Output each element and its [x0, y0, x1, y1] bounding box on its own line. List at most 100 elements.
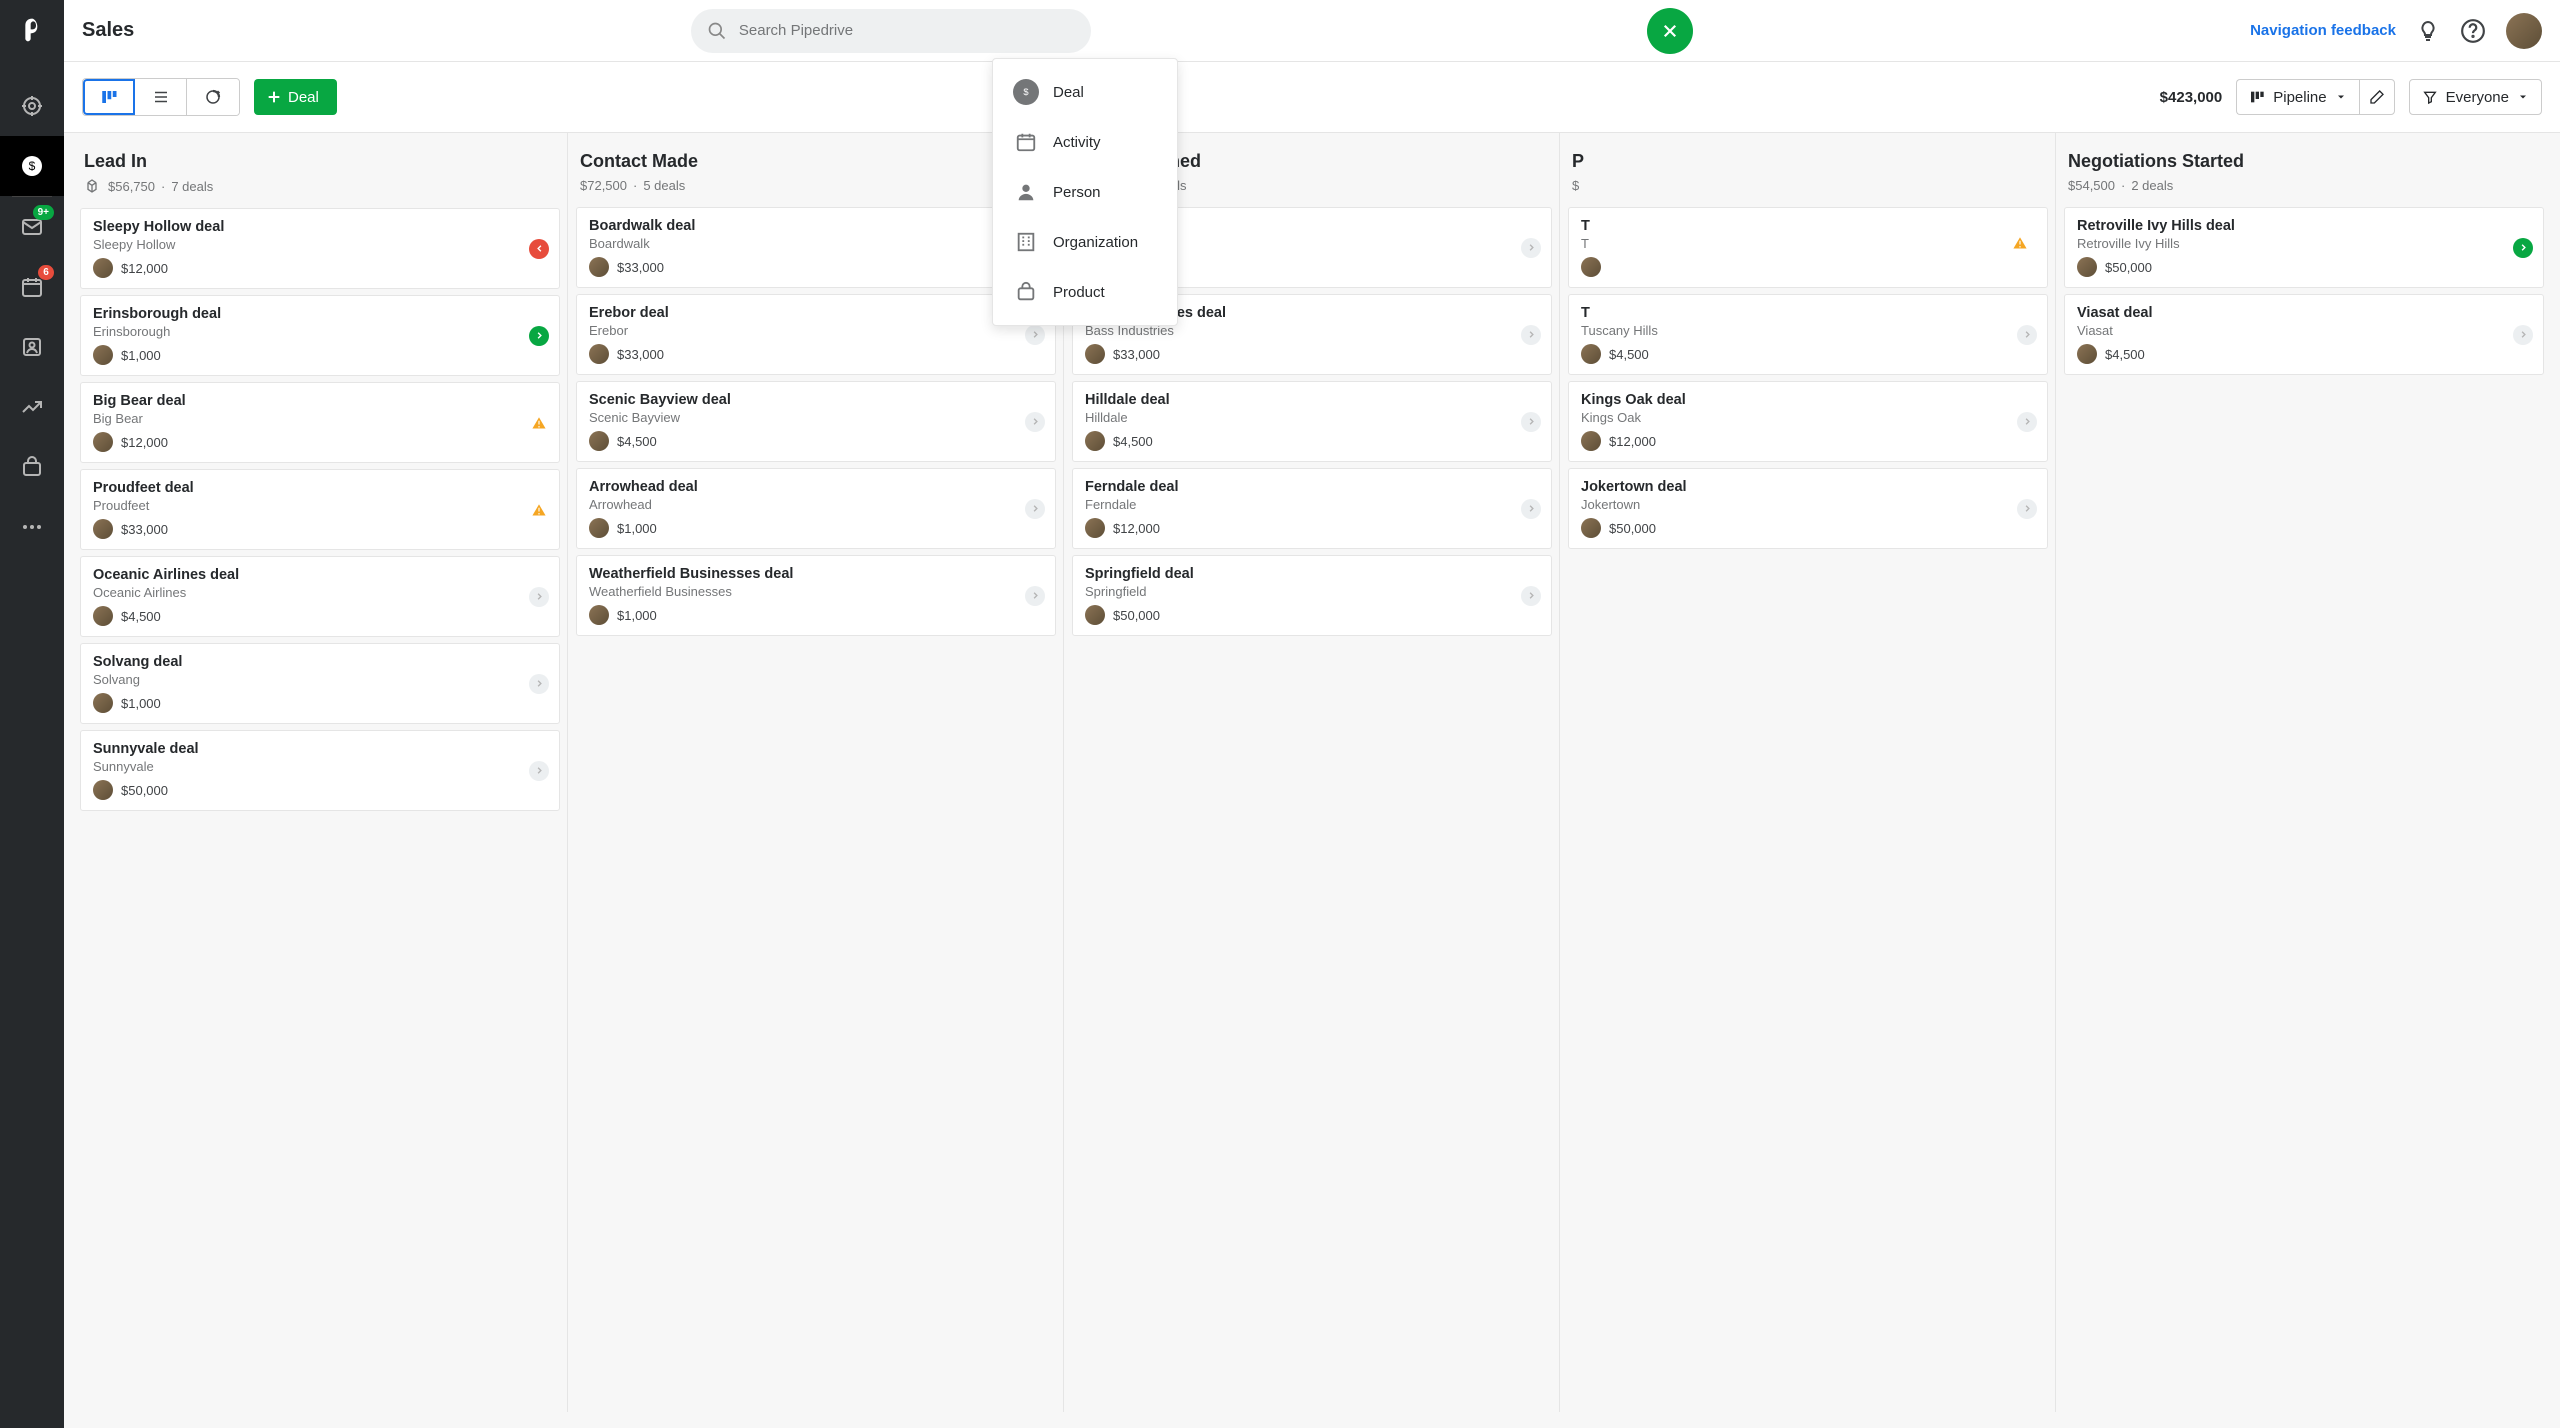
- add-deal-button[interactable]: Deal: [254, 79, 337, 115]
- deal-card[interactable]: Kings Oak deal Kings Oak $12,000: [1568, 381, 2048, 462]
- dropdown-product[interactable]: Product: [993, 267, 1177, 317]
- deal-org: Ferndale: [1085, 497, 1539, 512]
- deal-card[interactable]: Springfield deal Springfield $50,000: [1072, 555, 1552, 636]
- everyone-filter[interactable]: Everyone: [2409, 79, 2542, 115]
- column-amount: $72,500: [580, 178, 627, 193]
- owner-avatar: [2077, 344, 2097, 364]
- owner-avatar: [589, 605, 609, 625]
- nav-feedback-link[interactable]: Navigation feedback: [2250, 22, 2396, 39]
- help-icon[interactable]: [2460, 18, 2486, 44]
- sidebar-focus-icon[interactable]: [0, 76, 64, 136]
- deal-amount: $4,500: [1609, 347, 1649, 362]
- owner-avatar: [2077, 257, 2097, 277]
- deal-org: Sunnyvale: [93, 759, 547, 774]
- deal-title: Springfield deal: [1085, 566, 1539, 582]
- next-activity-icon: [1025, 499, 1045, 519]
- deal-card[interactable]: T Tuscany Hills $4,500: [1568, 294, 2048, 375]
- deal-card[interactable]: Big Bear deal Big Bear $12,000: [80, 382, 560, 463]
- owner-avatar: [93, 519, 113, 539]
- deal-card[interactable]: Sleepy Hollow deal Sleepy Hollow $12,000: [80, 208, 560, 289]
- rotting-icon: [84, 178, 100, 194]
- deal-title: Jokertown deal: [1581, 479, 2035, 495]
- next-activity-icon: [529, 761, 549, 781]
- deal-amount: $1,000: [121, 696, 161, 711]
- deal-card[interactable]: Weatherfield Businesses deal Weatherfiel…: [576, 555, 1056, 636]
- deal-card[interactable]: Arrowhead deal Arrowhead $1,000: [576, 468, 1056, 549]
- deal-card[interactable]: Erinsborough deal Erinsborough $1,000: [80, 295, 560, 376]
- deal-title: Weatherfield Businesses deal: [589, 566, 1043, 582]
- deal-card[interactable]: Ferndale deal Ferndale $12,000: [1072, 468, 1552, 549]
- deal-org: Viasat: [2077, 323, 2531, 338]
- deal-title: Arrowhead deal: [589, 479, 1043, 495]
- pipeline-view-button[interactable]: [83, 79, 135, 115]
- search-input[interactable]: [691, 9, 1091, 53]
- deal-amount: $50,000: [1609, 521, 1656, 536]
- sidebar-deals-icon[interactable]: $: [0, 136, 64, 196]
- owner-avatar: [589, 344, 609, 364]
- deal-org: Erinsborough: [93, 324, 547, 339]
- deal-card[interactable]: Oceanic Airlines deal Oceanic Airlines $…: [80, 556, 560, 637]
- deal-card[interactable]: Sunnyvale deal Sunnyvale $50,000: [80, 730, 560, 811]
- column-meta: $72,500 · 5 deals: [580, 178, 1052, 193]
- deal-card[interactable]: Retroville Ivy Hills deal Retroville Ivy…: [2064, 207, 2544, 288]
- forecast-view-button[interactable]: [187, 79, 239, 115]
- deal-amount: $50,000: [2105, 260, 2152, 275]
- everyone-label: Everyone: [2446, 89, 2509, 106]
- dropdown-organization[interactable]: Organization: [993, 217, 1177, 267]
- deal-card[interactable]: Hilldale deal Hilldale $4,500: [1072, 381, 1552, 462]
- deal-amount: $12,000: [121, 435, 168, 450]
- bulb-icon[interactable]: [2416, 19, 2440, 43]
- sidebar-mail-icon[interactable]: 9+: [0, 197, 64, 257]
- deal-icon: $: [1013, 79, 1039, 105]
- deal-org: Arrowhead: [589, 497, 1043, 512]
- sidebar-insights-icon[interactable]: [0, 377, 64, 437]
- deal-title: Sunnyvale deal: [93, 741, 547, 757]
- deal-card[interactable]: T T: [1568, 207, 2048, 288]
- sidebar-activities-icon[interactable]: 6: [0, 257, 64, 317]
- search-icon: [707, 21, 727, 41]
- next-activity-icon: [1521, 412, 1541, 432]
- owner-avatar: [1581, 344, 1601, 364]
- deal-card[interactable]: Boardwalk deal Boardwalk $33,000: [576, 207, 1056, 288]
- organization-icon: [1013, 229, 1039, 255]
- next-activity-icon: [529, 674, 549, 694]
- next-activity-icon: [1025, 586, 1045, 606]
- add-fab-close[interactable]: [1647, 8, 1693, 54]
- owner-avatar: [93, 693, 113, 713]
- next-activity-icon: [2017, 499, 2037, 519]
- deal-amount: $4,500: [617, 434, 657, 449]
- deal-card[interactable]: Viasat deal Viasat $4,500: [2064, 294, 2544, 375]
- deal-amount: $1,000: [121, 348, 161, 363]
- sidebar-contacts-icon[interactable]: [0, 317, 64, 377]
- add-dropdown: $ Deal Activity Person Organization: [992, 58, 1178, 326]
- list-view-button[interactable]: [135, 79, 187, 115]
- deal-amount: $12,000: [1113, 521, 1160, 536]
- deal-title: Proudfeet deal: [93, 480, 547, 496]
- deal-amount: $12,000: [1609, 434, 1656, 449]
- owner-avatar: [93, 345, 113, 365]
- sidebar-products-icon[interactable]: [0, 437, 64, 497]
- column-deals-count: 2 deals: [2131, 178, 2173, 193]
- topbar: Sales $ Deal Activity: [64, 0, 2560, 62]
- next-activity-icon: [529, 587, 549, 607]
- deal-card[interactable]: Proudfeet deal Proudfeet $33,000: [80, 469, 560, 550]
- column-amount: $: [1572, 178, 1579, 193]
- deal-card[interactable]: Jokertown deal Jokertown $50,000: [1568, 468, 2048, 549]
- overdue-icon: [529, 239, 549, 259]
- user-avatar[interactable]: [2506, 13, 2542, 49]
- dropdown-label: Product: [1053, 284, 1105, 301]
- deal-card[interactable]: Solvang deal Solvang $1,000: [80, 643, 560, 724]
- dropdown-person[interactable]: Person: [993, 167, 1177, 217]
- deal-title: Erinsborough deal: [93, 306, 547, 322]
- sidebar-more-icon[interactable]: [0, 497, 64, 557]
- dropdown-deal[interactable]: $ Deal: [993, 67, 1177, 117]
- pencil-icon: [2369, 89, 2385, 105]
- deal-card[interactable]: Erebor deal Erebor $33,000: [576, 294, 1056, 375]
- pipeline-selector[interactable]: Pipeline: [2236, 79, 2358, 115]
- deal-card[interactable]: Scenic Bayview deal Scenic Bayview $4,50…: [576, 381, 1056, 462]
- pipeline-column: P $ T T T Tuscany Hil: [1560, 133, 2056, 1412]
- column-amount: $54,500: [2068, 178, 2115, 193]
- deal-button-label: Deal: [288, 89, 319, 106]
- dropdown-activity[interactable]: Activity: [993, 117, 1177, 167]
- edit-pipeline-button[interactable]: [2359, 79, 2395, 115]
